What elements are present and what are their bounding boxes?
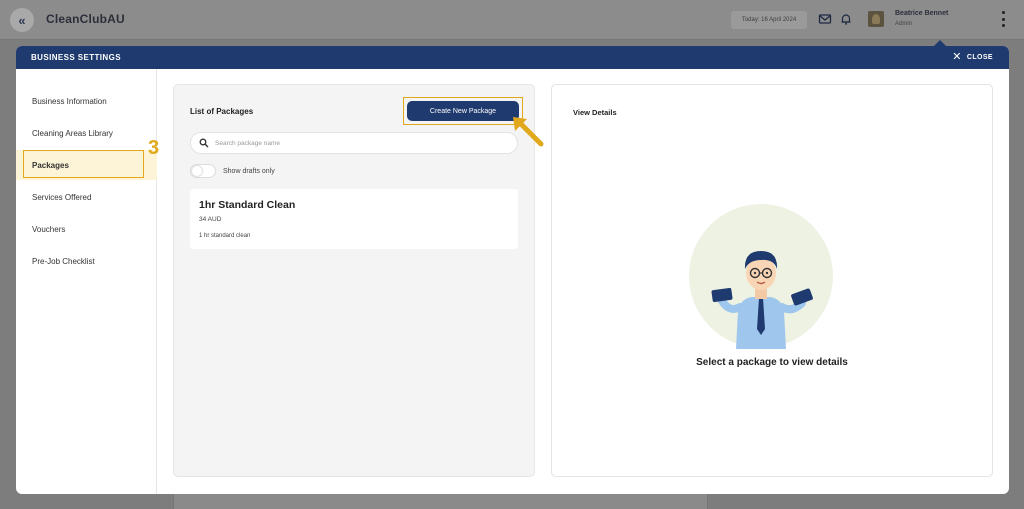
mail-icon[interactable]: [818, 12, 832, 26]
create-new-package-button[interactable]: Create New Package: [407, 101, 519, 121]
double-chevron-left-icon: «: [18, 12, 26, 28]
close-icon: ✕: [952, 51, 962, 63]
packages-list-title: List of Packages: [190, 107, 254, 116]
kebab-menu-icon[interactable]: [1000, 11, 1006, 27]
empty-state-message: Select a package to view details: [696, 357, 848, 368]
background-panel-edge: [173, 494, 708, 509]
sidebar-item-pre-job-checklist[interactable]: Pre-Job Checklist: [16, 246, 157, 276]
modal-title: BUSINESS SETTINGS: [31, 53, 121, 62]
modal-header: BUSINESS SETTINGS ✕ CLOSE: [16, 46, 1009, 69]
close-button[interactable]: ✕ CLOSE: [952, 52, 993, 63]
package-price: 34 AUD: [199, 216, 222, 223]
search-package-input[interactable]: [215, 139, 495, 147]
business-settings-modal: BUSINESS SETTINGS ✕ CLOSE Business Infor…: [16, 46, 1009, 494]
search-field[interactable]: [190, 132, 518, 154]
package-list-item[interactable]: 1hr Standard Clean 34 AUD 1 hr standard …: [190, 189, 518, 249]
user-name: Beatrice Bennet: [895, 10, 949, 17]
highlight-box-packages: [23, 150, 144, 178]
packages-list-panel: List of Packages Create New Package Show…: [173, 84, 544, 477]
back-button[interactable]: «: [10, 8, 34, 32]
sidebar-item-services-offered[interactable]: Services Offered: [16, 182, 157, 212]
view-details-panel: View Details Select a package to view de…: [551, 84, 993, 477]
user-role: Admin: [895, 21, 913, 27]
app-title: CleanClubAU: [46, 12, 125, 26]
step-number-annotation: 3: [148, 137, 160, 159]
top-bar: « CleanClubAU Today: 16 April 2024 Beatr…: [0, 0, 1024, 40]
sidebar-item-vouchers[interactable]: Vouchers: [16, 214, 157, 244]
avatar[interactable]: [868, 11, 884, 27]
sidebar-item-business-information[interactable]: Business Information: [16, 86, 157, 116]
settings-sidebar: Business Information Cleaning Areas Libr…: [16, 69, 160, 494]
view-details-title: View Details: [573, 108, 617, 117]
package-description: 1 hr standard clean: [199, 233, 251, 239]
search-icon: [199, 138, 209, 148]
package-name: 1hr Standard Clean: [199, 199, 296, 211]
sidebar-item-cleaning-areas-library[interactable]: Cleaning Areas Library: [16, 118, 157, 148]
empty-state-illustration: [689, 204, 833, 349]
show-drafts-toggle[interactable]: [190, 164, 216, 178]
date-display: Today: 16 April 2024: [731, 11, 807, 29]
show-drafts-row: Show drafts only: [190, 164, 275, 178]
close-label: CLOSE: [966, 54, 993, 61]
bell-icon[interactable]: [839, 12, 853, 26]
show-drafts-label: Show drafts only: [223, 167, 275, 175]
